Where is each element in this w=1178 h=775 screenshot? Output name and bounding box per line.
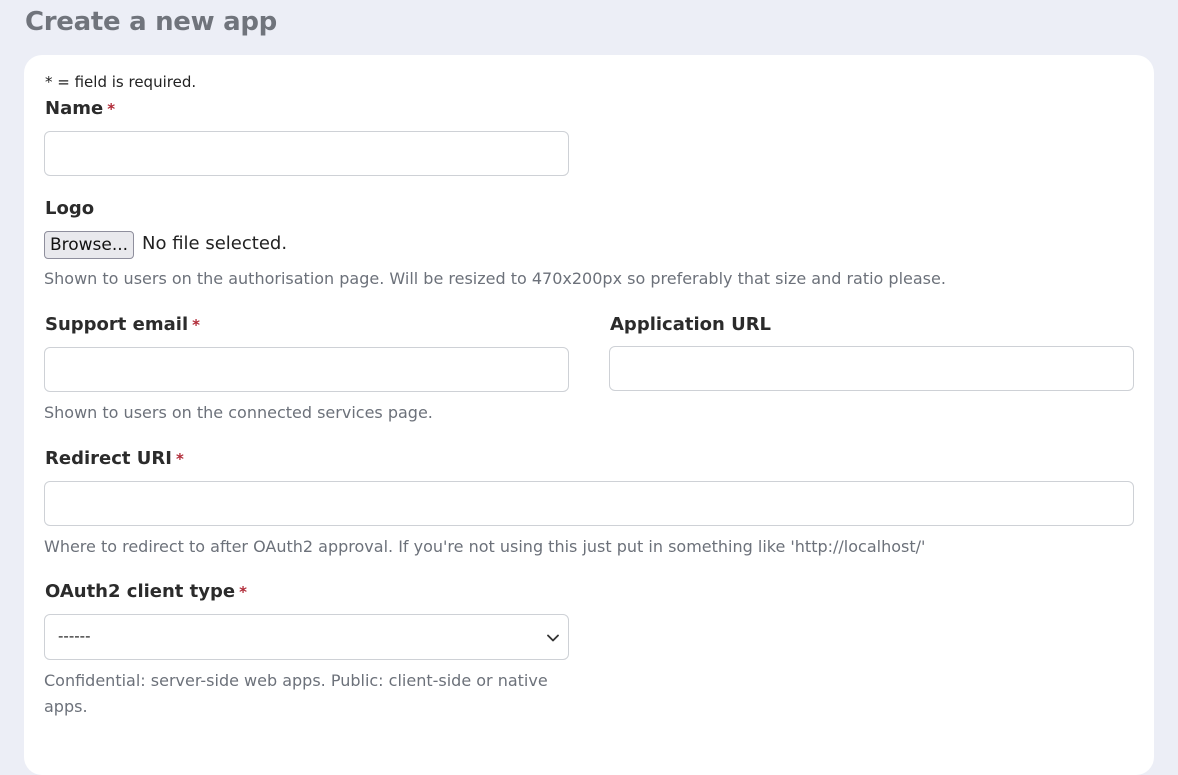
required-marker: *	[192, 316, 200, 334]
required-note: * = field is required.	[45, 73, 197, 91]
required-marker: *	[239, 583, 247, 601]
redirect-uri-input[interactable]	[44, 481, 1134, 526]
name-label: Name *	[45, 98, 115, 119]
required-marker: *	[175, 450, 184, 468]
create-app-form: * = field is required. Name * Logo Browse…	[24, 55, 1154, 775]
application-url-label: Application URL	[610, 314, 772, 335]
logo-browse-button[interactable]: Browse...	[44, 231, 134, 259]
support-email-help-text: Shown to users on the connected services…	[44, 403, 433, 422]
support-email-input[interactable]	[44, 347, 569, 392]
client-type-selected-value: ------	[58, 627, 91, 645]
client-type-help-text: Confidential: server-side web apps. Publ…	[44, 671, 548, 716]
client-type-label: OAuth2 client type *	[45, 581, 247, 602]
support-email-label-text: Support email	[45, 314, 189, 335]
redirect-uri-label: Redirect URI *	[45, 448, 184, 469]
client-type-select[interactable]: ------	[44, 614, 569, 660]
logo-help-text: Shown to users on the authorisation page…	[44, 269, 946, 288]
support-email-label: Support email *	[45, 314, 200, 335]
name-label-text: Name	[45, 98, 104, 119]
application-url-input[interactable]	[609, 346, 1134, 391]
name-input[interactable]	[44, 131, 569, 176]
client-type-label-text: OAuth2 client type	[45, 581, 236, 602]
page-title: Create a new app	[25, 7, 277, 37]
redirect-uri-label-text: Redirect URI	[45, 448, 172, 469]
logo-label: Logo	[45, 198, 95, 219]
redirect-uri-help-text: Where to redirect to after OAuth2 approv…	[44, 537, 926, 556]
chevron-down-icon	[547, 634, 559, 642]
logo-file-status: No file selected.	[142, 233, 288, 254]
required-marker: *	[107, 100, 116, 118]
